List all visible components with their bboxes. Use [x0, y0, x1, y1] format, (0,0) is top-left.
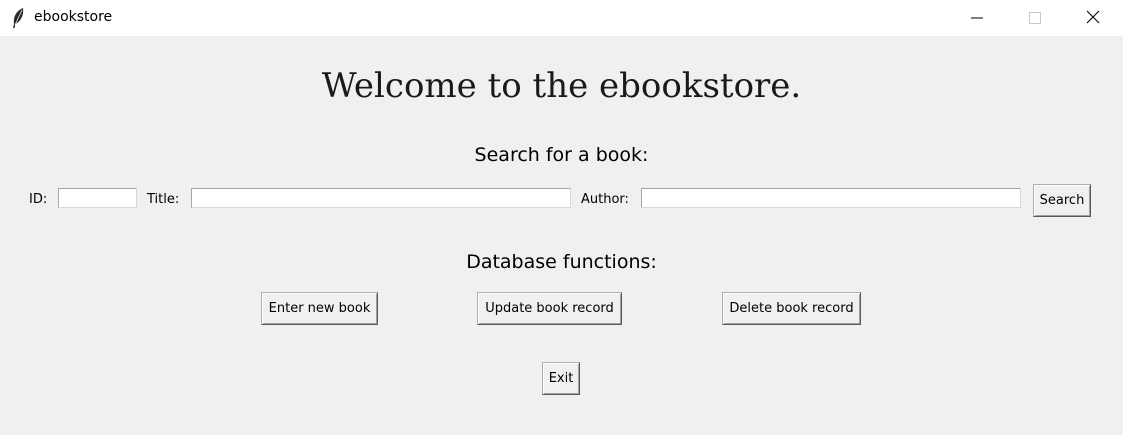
exit-button[interactable]: Exit	[542, 362, 580, 395]
minimize-icon	[971, 9, 983, 28]
search-button[interactable]: Search	[1033, 184, 1091, 217]
author-input[interactable]	[641, 188, 1021, 208]
title-label: Title:	[147, 192, 180, 207]
page-title: Welcome to the ebookstore.	[321, 66, 802, 106]
id-label: ID:	[29, 192, 48, 207]
close-button[interactable]	[1070, 0, 1116, 36]
search-section-label: Search for a book:	[474, 144, 649, 166]
title-input[interactable]	[191, 188, 571, 208]
update-book-record-button[interactable]: Update book record	[477, 292, 622, 325]
author-label: Author:	[581, 192, 629, 207]
close-icon	[1086, 9, 1100, 28]
maximize-button[interactable]	[1012, 0, 1058, 36]
maximize-icon	[1029, 9, 1041, 28]
feather-icon	[10, 7, 26, 29]
id-input[interactable]	[58, 188, 137, 208]
database-functions-label: Database functions:	[466, 251, 657, 273]
delete-book-record-button[interactable]: Delete book record	[722, 292, 861, 325]
title-bar[interactable]: ebookstore	[0, 0, 1123, 36]
minimize-button[interactable]	[954, 0, 1000, 36]
window-title: ebookstore	[34, 9, 113, 25]
enter-new-book-button[interactable]: Enter new book	[261, 292, 378, 325]
app-window: ebookstore Welcome to the ebookstore. Se…	[0, 0, 1123, 435]
